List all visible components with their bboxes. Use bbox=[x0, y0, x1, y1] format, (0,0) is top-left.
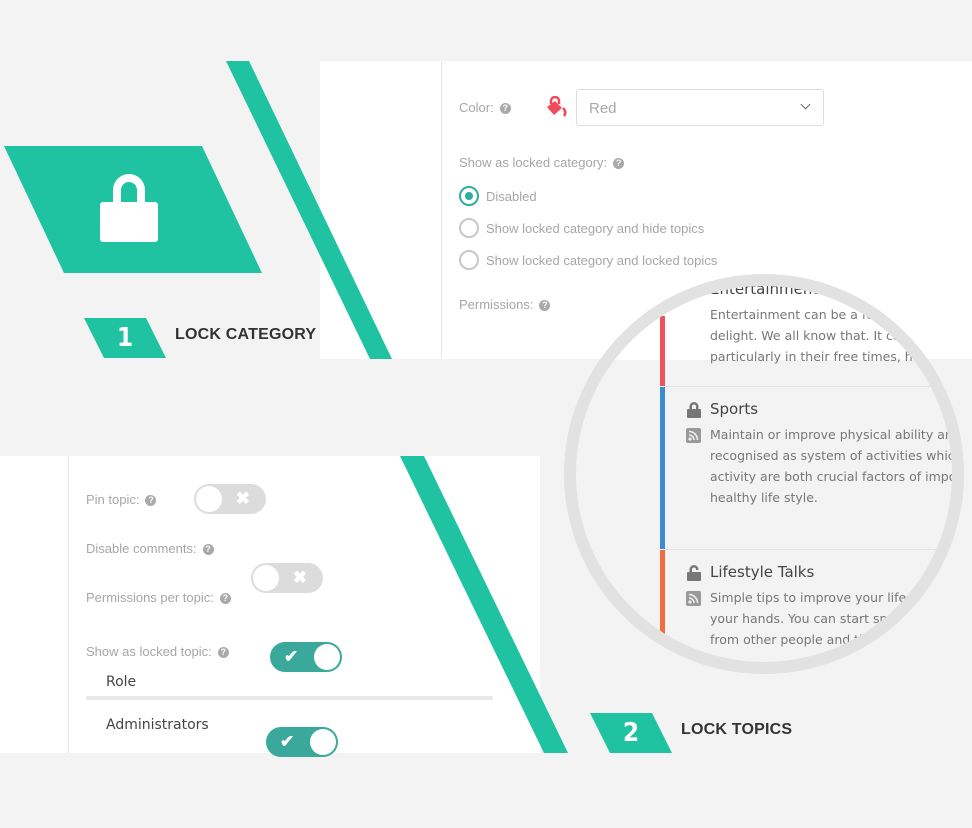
forum-title[interactable]: Lifestyle Talks bbox=[710, 563, 814, 581]
help-icon[interactable]: ? bbox=[219, 593, 231, 604]
category-color-bar bbox=[660, 550, 665, 636]
close-icon: ✖ bbox=[235, 489, 250, 508]
step-2-title: LOCK TOPICS bbox=[681, 721, 793, 738]
rss-icon[interactable] bbox=[686, 591, 701, 606]
radio-button[interactable] bbox=[459, 218, 479, 238]
pin-topic-toggle[interactable]: ✖ bbox=[194, 484, 266, 514]
step-number: 1 bbox=[116, 323, 134, 353]
forum-title[interactable]: Sports bbox=[710, 400, 758, 418]
radio-option-hide-topics[interactable]: Show locked category and hide topics bbox=[459, 216, 704, 240]
paint-bucket-icon bbox=[547, 96, 567, 117]
step-1-title: LOCK CATEGORY bbox=[175, 326, 317, 343]
padlock-icon bbox=[100, 174, 158, 242]
forum-description: Simple tips to improve your lifest your … bbox=[710, 590, 918, 647]
forum-item-lifestyle-talks[interactable]: Lifestyle Talks Simple tips to improve y… bbox=[660, 550, 952, 662]
step-number: 2 bbox=[622, 718, 640, 748]
forum-title[interactable]: Entertainment bbox=[710, 286, 818, 298]
lock-category-hero bbox=[4, 146, 262, 273]
help-icon[interactable]: ? bbox=[145, 495, 157, 506]
permissions-label: Permissions:? bbox=[459, 297, 551, 312]
forum-description: Maintain or improve physical ability and… bbox=[710, 427, 964, 505]
help-icon[interactable]: ? bbox=[217, 647, 229, 658]
color-select[interactable]: Red bbox=[576, 89, 824, 126]
permissions-per-topic-label: Permissions per topic:? bbox=[86, 590, 231, 605]
pin-topic-label: Pin topic:? bbox=[86, 492, 157, 507]
radio-button[interactable] bbox=[459, 186, 479, 206]
close-icon: ✖ bbox=[292, 568, 307, 587]
category-color-bar bbox=[660, 316, 665, 386]
locked-category-label: Show as locked category:? bbox=[459, 155, 625, 170]
panel-divider bbox=[441, 61, 442, 359]
radio-button[interactable] bbox=[459, 250, 479, 270]
forum-item-entertainment[interactable]: Entertainment Entertainment can be a for… bbox=[660, 286, 952, 386]
step-2-badge: 2 bbox=[590, 713, 672, 753]
radio-option-disabled[interactable]: Disabled bbox=[459, 184, 537, 208]
forum-item-sports[interactable]: Sports Maintain or improve physical abil… bbox=[660, 387, 964, 549]
help-icon[interactable]: ? bbox=[613, 158, 625, 169]
help-icon[interactable]: ? bbox=[499, 103, 511, 114]
lock-icon bbox=[687, 402, 701, 418]
panel-divider bbox=[68, 456, 69, 753]
help-icon[interactable]: ? bbox=[202, 544, 214, 555]
chevron-down-icon bbox=[800, 99, 811, 110]
color-select-value: Red bbox=[589, 100, 617, 117]
radio-option-locked-topics[interactable]: Show locked category and locked topics bbox=[459, 248, 717, 272]
disable-comments-toggle[interactable]: ✖ bbox=[251, 563, 323, 593]
rss-icon[interactable] bbox=[686, 428, 701, 443]
toggle-knob bbox=[196, 486, 222, 512]
decorative-stripe bbox=[400, 456, 568, 753]
table-row[interactable]: Administrators bbox=[86, 710, 493, 742]
unlock-icon bbox=[687, 565, 701, 581]
color-label: Color:? bbox=[459, 100, 511, 115]
magnifier-lens: Entertainment Entertainment can be a for… bbox=[564, 274, 964, 674]
toggle-knob bbox=[253, 565, 279, 591]
category-color-bar bbox=[660, 387, 665, 549]
show-locked-topic-label: Show as locked topic:? bbox=[86, 644, 229, 659]
forum-description: Entertainment can be a for delight. We a… bbox=[710, 307, 932, 364]
disable-comments-label: Disable comments:? bbox=[86, 541, 214, 556]
role-table-header: Role bbox=[86, 666, 493, 700]
help-icon[interactable]: ? bbox=[539, 300, 551, 311]
step-1-badge: 1 bbox=[84, 318, 166, 358]
